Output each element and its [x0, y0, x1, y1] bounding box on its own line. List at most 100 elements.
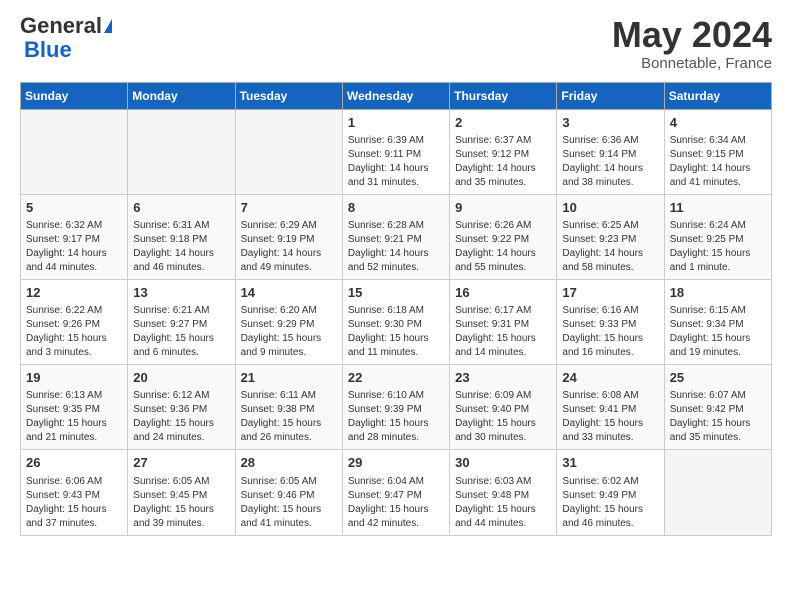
day-number: 25 [670, 369, 766, 387]
day-info: Sunrise: 6:05 AM Sunset: 9:45 PM Dayligh… [133, 475, 229, 531]
weekday-header-thursday: Thursday [450, 82, 557, 109]
day-info: Sunrise: 6:17 AM Sunset: 9:31 PM Dayligh… [455, 304, 551, 360]
day-info: Sunrise: 6:20 AM Sunset: 9:29 PM Dayligh… [241, 304, 337, 360]
day-number: 7 [241, 199, 337, 217]
day-info: Sunrise: 6:37 AM Sunset: 9:12 PM Dayligh… [455, 134, 551, 190]
day-info: Sunrise: 6:02 AM Sunset: 9:49 PM Dayligh… [562, 475, 658, 531]
day-info: Sunrise: 6:24 AM Sunset: 9:25 PM Dayligh… [670, 219, 766, 275]
day-info: Sunrise: 6:22 AM Sunset: 9:26 PM Dayligh… [26, 304, 122, 360]
day-number: 3 [562, 114, 658, 132]
calendar-cell: 23 Sunrise: 6:09 AM Sunset: 9:40 PM Dayli… [450, 365, 557, 450]
day-number: 20 [133, 369, 229, 387]
day-info: Sunrise: 6:28 AM Sunset: 9:21 PM Dayligh… [348, 219, 444, 275]
calendar-cell: 5 Sunrise: 6:32 AM Sunset: 9:17 PM Daylig… [21, 194, 128, 279]
day-info: Sunrise: 6:03 AM Sunset: 9:48 PM Dayligh… [455, 475, 551, 531]
title-block: May 2024 Bonnetable, France [612, 15, 772, 72]
calendar-cell: 29 Sunrise: 6:04 AM Sunset: 9:47 PM Dayli… [342, 450, 449, 535]
day-info: Sunrise: 6:25 AM Sunset: 9:23 PM Dayligh… [562, 219, 658, 275]
day-info: Sunrise: 6:16 AM Sunset: 9:33 PM Dayligh… [562, 304, 658, 360]
calendar-week-row: 1 Sunrise: 6:39 AM Sunset: 9:11 PM Daylig… [21, 109, 772, 194]
day-info: Sunrise: 6:18 AM Sunset: 9:30 PM Dayligh… [348, 304, 444, 360]
day-number: 14 [241, 284, 337, 302]
calendar-cell: 30 Sunrise: 6:03 AM Sunset: 9:48 PM Dayli… [450, 450, 557, 535]
calendar-cell: 13 Sunrise: 6:21 AM Sunset: 9:27 PM Dayli… [128, 279, 235, 364]
page-header: General Blue May 2024 Bonnetable, France [20, 15, 772, 72]
calendar-cell: 7 Sunrise: 6:29 AM Sunset: 9:19 PM Daylig… [235, 194, 342, 279]
day-info: Sunrise: 6:08 AM Sunset: 9:41 PM Dayligh… [562, 389, 658, 445]
day-number: 1 [348, 114, 444, 132]
day-info: Sunrise: 6:15 AM Sunset: 9:34 PM Dayligh… [670, 304, 766, 360]
day-info: Sunrise: 6:36 AM Sunset: 9:14 PM Dayligh… [562, 134, 658, 190]
day-info: Sunrise: 6:39 AM Sunset: 9:11 PM Dayligh… [348, 134, 444, 190]
calendar-cell: 31 Sunrise: 6:02 AM Sunset: 9:49 PM Dayli… [557, 450, 664, 535]
calendar-week-row: 5 Sunrise: 6:32 AM Sunset: 9:17 PM Daylig… [21, 194, 772, 279]
day-info: Sunrise: 6:26 AM Sunset: 9:22 PM Dayligh… [455, 219, 551, 275]
calendar-cell [235, 109, 342, 194]
calendar-cell: 22Sunrise: 6:10 AM Sunset: 9:39 PM Dayli… [342, 365, 449, 450]
day-number: 29 [348, 454, 444, 472]
calendar-cell: 9 Sunrise: 6:26 AM Sunset: 9:22 PM Daylig… [450, 194, 557, 279]
day-number: 17 [562, 284, 658, 302]
calendar-cell: 16 Sunrise: 6:17 AM Sunset: 9:31 PM Dayli… [450, 279, 557, 364]
calendar-cell: 28Sunrise: 6:05 AM Sunset: 9:46 PM Dayli… [235, 450, 342, 535]
day-info: Sunrise: 6:10 AM Sunset: 9:39 PM Dayligh… [348, 389, 444, 445]
calendar-cell: 20 Sunrise: 6:12 AM Sunset: 9:36 PM Dayli… [128, 365, 235, 450]
day-info: Sunrise: 6:06 AM Sunset: 9:43 PM Dayligh… [26, 475, 122, 531]
day-info: Sunrise: 6:21 AM Sunset: 9:27 PM Dayligh… [133, 304, 229, 360]
logo-general: General [20, 15, 102, 37]
day-number: 31 [562, 454, 658, 472]
weekday-header-monday: Monday [128, 82, 235, 109]
calendar-cell: 14 Sunrise: 6:20 AM Sunset: 9:29 PM Dayli… [235, 279, 342, 364]
day-info: Sunrise: 6:34 AM Sunset: 9:15 PM Dayligh… [670, 134, 766, 190]
calendar-cell: 24 Sunrise: 6:08 AM Sunset: 9:41 PM Dayli… [557, 365, 664, 450]
calendar-cell: 27 Sunrise: 6:05 AM Sunset: 9:45 PM Dayli… [128, 450, 235, 535]
calendar-cell: 11 Sunrise: 6:24 AM Sunset: 9:25 PM Dayli… [664, 194, 771, 279]
calendar-cell: 6Sunrise: 6:31 AM Sunset: 9:18 PM Daylig… [128, 194, 235, 279]
calendar-cell: 18 Sunrise: 6:15 AM Sunset: 9:34 PM Dayli… [664, 279, 771, 364]
day-info: Sunrise: 6:05 AM Sunset: 9:46 PM Dayligh… [241, 475, 337, 531]
day-number: 11 [670, 199, 766, 217]
calendar-cell: 26 Sunrise: 6:06 AM Sunset: 9:43 PM Dayli… [21, 450, 128, 535]
day-info: Sunrise: 6:11 AM Sunset: 9:38 PM Dayligh… [241, 389, 337, 445]
day-info: Sunrise: 6:07 AM Sunset: 9:42 PM Dayligh… [670, 389, 766, 445]
month-year-title: May 2024 [612, 15, 772, 55]
day-number: 2 [455, 114, 551, 132]
weekday-header-row: SundayMondayTuesdayWednesdayThursdayFrid… [21, 82, 772, 109]
calendar-cell: 10 Sunrise: 6:25 AM Sunset: 9:23 PM Dayli… [557, 194, 664, 279]
day-number: 9 [455, 199, 551, 217]
location-label: Bonnetable, France [612, 55, 772, 72]
calendar-cell: 21 Sunrise: 6:11 AM Sunset: 9:38 PM Dayli… [235, 365, 342, 450]
logo-blue: Blue [24, 37, 72, 62]
calendar-cell: 1 Sunrise: 6:39 AM Sunset: 9:11 PM Daylig… [342, 109, 449, 194]
day-info: Sunrise: 6:09 AM Sunset: 9:40 PM Dayligh… [455, 389, 551, 445]
day-number: 30 [455, 454, 551, 472]
calendar-cell: 17 Sunrise: 6:16 AM Sunset: 9:33 PM Dayli… [557, 279, 664, 364]
day-number: 26 [26, 454, 122, 472]
day-number: 21 [241, 369, 337, 387]
day-info: Sunrise: 6:29 AM Sunset: 9:19 PM Dayligh… [241, 219, 337, 275]
day-number: 23 [455, 369, 551, 387]
day-info: Sunrise: 6:04 AM Sunset: 9:47 PM Dayligh… [348, 475, 444, 531]
day-number: 19 [26, 369, 122, 387]
day-number: 16 [455, 284, 551, 302]
weekday-header-wednesday: Wednesday [342, 82, 449, 109]
day-number: 18 [670, 284, 766, 302]
weekday-header-tuesday: Tuesday [235, 82, 342, 109]
calendar-cell: 8Sunrise: 6:28 AM Sunset: 9:21 PM Daylig… [342, 194, 449, 279]
weekday-header-sunday: Sunday [21, 82, 128, 109]
calendar-cell: 15 Sunrise: 6:18 AM Sunset: 9:30 PM Dayli… [342, 279, 449, 364]
calendar-cell [21, 109, 128, 194]
day-number: 27 [133, 454, 229, 472]
weekday-header-saturday: Saturday [664, 82, 771, 109]
day-number: 15 [348, 284, 444, 302]
day-info: Sunrise: 6:31 AM Sunset: 9:18 PM Dayligh… [133, 219, 229, 275]
day-number: 24 [562, 369, 658, 387]
day-number: 5 [26, 199, 122, 217]
day-info: Sunrise: 6:32 AM Sunset: 9:17 PM Dayligh… [26, 219, 122, 275]
day-info: Sunrise: 6:12 AM Sunset: 9:36 PM Dayligh… [133, 389, 229, 445]
calendar-week-row: 26 Sunrise: 6:06 AM Sunset: 9:43 PM Dayli… [21, 450, 772, 535]
logo: General Blue [20, 15, 112, 63]
day-number: 13 [133, 284, 229, 302]
day-number: 10 [562, 199, 658, 217]
calendar-cell: 12Sunrise: 6:22 AM Sunset: 9:26 PM Dayli… [21, 279, 128, 364]
